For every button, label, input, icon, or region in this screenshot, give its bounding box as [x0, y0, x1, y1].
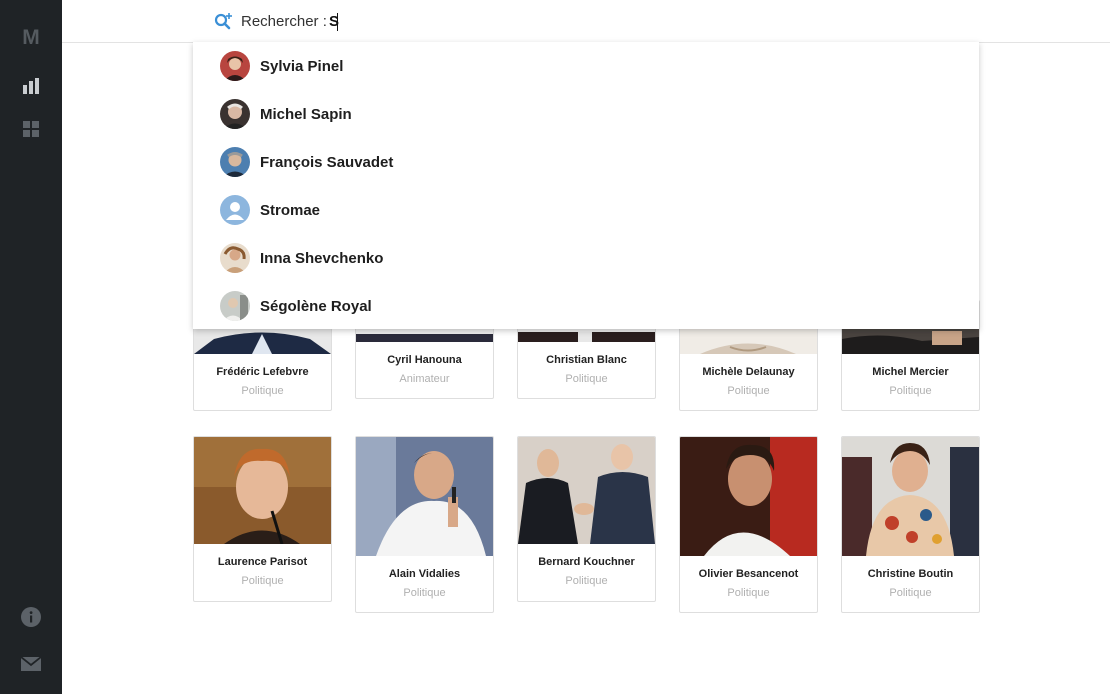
sidebar: M — [0, 0, 62, 694]
search-icon — [214, 12, 232, 35]
suggestion-name: Ségolène Royal — [260, 297, 372, 315]
person-card[interactable]: Alain Vidalies Politique — [355, 436, 494, 613]
suggestion-name: Stromae — [260, 201, 321, 219]
avatar — [220, 51, 250, 81]
person-photo — [356, 437, 493, 556]
info-icon[interactable] — [19, 605, 43, 629]
person-name: Christine Boutin — [867, 568, 954, 580]
search-label: Rechercher : — [241, 13, 327, 30]
person-role: Politique — [403, 587, 446, 599]
suggestion-item[interactable]: Ségolène Royal — [193, 282, 979, 330]
person-name: Bernard Kouchner — [538, 556, 635, 568]
avatar — [220, 147, 250, 177]
person-role: Politique — [241, 385, 284, 397]
person-card[interactable]: Bernard Kouchner Politique — [517, 436, 656, 602]
person-card[interactable]: Christine Boutin Politique — [841, 436, 980, 613]
person-photo — [842, 437, 979, 556]
suggestion-name: Michel Sapin — [260, 105, 352, 123]
bar-chart-icon[interactable] — [19, 74, 43, 98]
grid-icon[interactable] — [19, 117, 43, 141]
suggestion-item[interactable]: Michel Sapin — [193, 90, 979, 138]
suggestion-item[interactable]: Inna Shevchenko — [193, 234, 979, 282]
person-role: Politique — [727, 385, 770, 397]
avatar — [220, 243, 250, 273]
person-role: Politique — [889, 587, 932, 599]
suggestion-item[interactable]: François Sauvadet — [193, 138, 979, 186]
person-role: Politique — [241, 575, 284, 587]
default-avatar-icon — [220, 195, 250, 225]
avatar — [220, 99, 250, 129]
person-role: Politique — [889, 385, 932, 397]
suggestion-name: François Sauvadet — [260, 153, 394, 171]
person-name: Frédéric Lefebvre — [216, 366, 309, 378]
person-name: Laurence Parisot — [217, 556, 308, 568]
person-name: Michel Mercier — [872, 366, 949, 378]
text-caret — [337, 13, 338, 31]
person-card[interactable]: Olivier Besancenot Politique — [679, 436, 818, 613]
suggestion-name: Inna Shevchenko — [260, 249, 384, 267]
avatar — [220, 291, 250, 321]
app-logo[interactable]: M — [19, 26, 43, 50]
mail-icon[interactable] — [19, 652, 43, 676]
person-role: Animateur — [399, 373, 450, 385]
person-name: Cyril Hanouna — [387, 354, 462, 366]
suggestion-item[interactable]: Stromae — [193, 186, 979, 234]
person-role: Politique — [565, 373, 608, 385]
person-role: Politique — [727, 587, 770, 599]
search-suggestions-dropdown: Sylvia Pinel Michel Sapin François Sauva… — [193, 42, 979, 329]
person-role: Politique — [565, 575, 608, 587]
person-name: Alain Vidalies — [388, 568, 461, 580]
person-name: Michèle Delaunay — [702, 366, 795, 378]
search-input[interactable] — [325, 8, 633, 34]
suggestion-name: Sylvia Pinel — [260, 57, 344, 75]
person-card[interactable]: Laurence Parisot Politique — [193, 436, 332, 602]
person-photo — [680, 437, 817, 556]
suggestion-item[interactable]: Sylvia Pinel — [193, 42, 979, 90]
person-photo — [518, 437, 655, 544]
person-photo — [194, 437, 331, 544]
person-name: Olivier Besancenot — [698, 568, 799, 580]
person-name: Christian Blanc — [546, 354, 627, 366]
